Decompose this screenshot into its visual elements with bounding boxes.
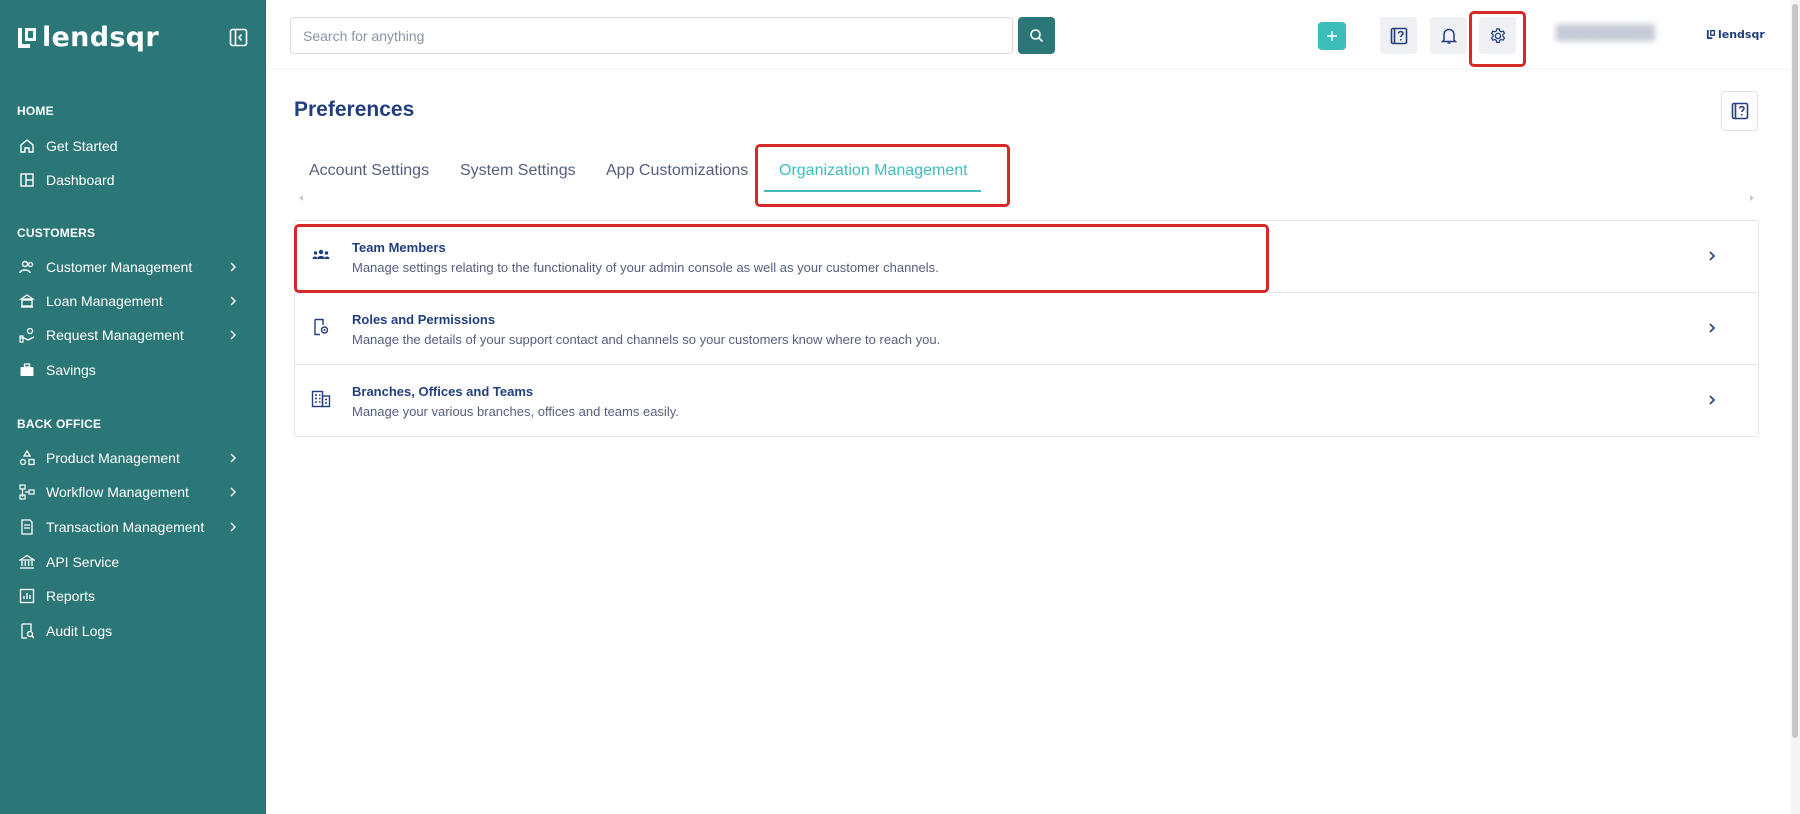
sidebar-item-audit-logs[interactable]: Audit Logs [0, 616, 266, 646]
sidebar-item-label: Get Started [46, 138, 118, 154]
sidebar-item-label: Customer Management [46, 259, 193, 275]
bank-icon [18, 553, 36, 571]
sidebar: lendsqr HOME Get Started Dashboard CUSTO… [0, 0, 266, 814]
list-item-description: Manage your various branches, offices an… [352, 404, 679, 419]
brand-name: lendsqr [42, 22, 159, 53]
users-icon [18, 258, 36, 276]
chevron-right-icon [230, 296, 236, 306]
chevron-right-icon [1709, 323, 1716, 333]
chevron-right-icon [230, 522, 236, 532]
chevron-right-icon [230, 262, 236, 272]
request-icon [18, 326, 36, 344]
chevron-right-icon [230, 453, 236, 463]
list-item-branches-offices-teams[interactable]: Branches, Offices and Teams Manage your … [295, 365, 1758, 437]
organization-logo-text: lendsqr [1718, 28, 1765, 41]
section-title-back-office: BACK OFFICE [17, 417, 102, 431]
sidebar-item-reports[interactable]: Reports [0, 581, 266, 611]
chart-icon [18, 587, 36, 605]
page-scrollbar-thumb[interactable] [1792, 4, 1798, 738]
list-item-description: Manage settings relating to the function… [352, 260, 939, 275]
sidebar-item-api-service[interactable]: API Service [0, 547, 266, 577]
section-title-customers: CUSTOMERS [17, 226, 96, 240]
home-icon [18, 137, 36, 155]
bell-icon [1440, 28, 1457, 44]
tab-system-settings[interactable]: System Settings [460, 162, 576, 180]
sidebar-item-transaction-management[interactable]: Transaction Management [0, 512, 266, 542]
lendsqr-logo-icon [18, 27, 36, 48]
sidebar-item-savings[interactable]: Savings [0, 355, 266, 385]
search-input[interactable] [290, 17, 1013, 54]
shapes-icon [18, 449, 36, 467]
dashboard-icon [18, 171, 36, 189]
organization-logo: lendsqr [1706, 28, 1765, 41]
sidebar-item-label: API Service [46, 554, 120, 570]
sidebar-item-label: Dashboard [46, 172, 115, 188]
list-item-roles-and-permissions[interactable]: Roles and Permissions Manage the details… [295, 293, 1758, 365]
sidebar-item-label: Request Management [46, 327, 184, 343]
plus-icon [1327, 31, 1337, 41]
sidebar-item-request-management[interactable]: Request Management [0, 320, 266, 350]
brand-logo[interactable]: lendsqr [16, 22, 159, 53]
page-title: Preferences [294, 98, 415, 121]
topbar: ██████████ lendsqr [266, 0, 1800, 68]
building-icon [311, 389, 331, 409]
list-item-title: Team Members [352, 240, 446, 255]
sidebar-item-label: Loan Management [46, 293, 163, 309]
section-title-home: HOME [17, 104, 54, 118]
sidebar-item-label: Reports [46, 588, 96, 604]
sidebar-item-product-management[interactable]: Product Management [0, 443, 266, 473]
tabs-scroll-right-icon[interactable] [1748, 194, 1756, 202]
team-icon [311, 245, 331, 265]
tab-account-settings[interactable]: Account Settings [309, 162, 429, 180]
active-tab-indicator [764, 190, 981, 192]
transaction-icon [18, 518, 36, 536]
tabs-scroll-left-icon[interactable] [297, 194, 305, 202]
list-item-team-members[interactable]: Team Members Manage settings relating to… [295, 221, 1758, 293]
chevron-right-icon [1709, 395, 1716, 405]
list-item-title: Roles and Permissions [352, 312, 496, 327]
sidebar-item-dashboard[interactable]: Dashboard [0, 165, 266, 195]
sidebar-item-get-started[interactable]: Get Started [0, 131, 266, 161]
tab-organization-management[interactable]: Organization Management [779, 162, 968, 180]
sidebar-item-label: Product Management [46, 450, 180, 466]
briefcase-icon [18, 361, 36, 379]
chevron-right-icon [1709, 251, 1716, 261]
sidebar-item-label: Transaction Management [46, 519, 205, 535]
sidebar-item-label: Audit Logs [46, 623, 113, 639]
loan-icon [18, 292, 36, 310]
tab-app-customizations[interactable]: App Customizations [606, 162, 748, 180]
chevron-right-icon [230, 330, 236, 340]
sidebar-item-loan-management[interactable]: Loan Management [0, 286, 266, 316]
help-button[interactable] [1380, 17, 1417, 54]
search-button[interactable] [1018, 17, 1055, 54]
sidebar-item-workflow-management[interactable]: Workflow Management [0, 477, 266, 507]
settings-button[interactable] [1479, 17, 1516, 54]
user-name-blurred[interactable]: ██████████ [1556, 24, 1666, 44]
sidebar-item-label: Savings [46, 362, 96, 378]
help-book-icon [1390, 27, 1407, 44]
chevron-right-icon [230, 487, 236, 497]
gear-icon [1490, 27, 1505, 43]
sidebar-item-customer-management[interactable]: Customer Management [0, 252, 266, 282]
help-book-icon [1731, 102, 1748, 120]
sidebar-item-label: Workflow Management [46, 484, 189, 500]
organization-settings-list: Team Members Manage settings relating to… [294, 220, 1759, 437]
search-icon [1030, 29, 1044, 43]
list-item-description: Manage the details of your support conta… [352, 332, 941, 347]
add-button[interactable] [1318, 22, 1346, 50]
list-item-title: Branches, Offices and Teams [352, 384, 534, 399]
lendsqr-logo-icon [1706, 29, 1716, 40]
audit-icon [18, 622, 36, 640]
notifications-button[interactable] [1430, 17, 1467, 54]
collapse-sidebar-icon[interactable] [229, 28, 248, 47]
roles-permissions-icon [311, 317, 331, 337]
workflow-icon [18, 483, 36, 501]
page-help-button[interactable] [1721, 91, 1758, 131]
